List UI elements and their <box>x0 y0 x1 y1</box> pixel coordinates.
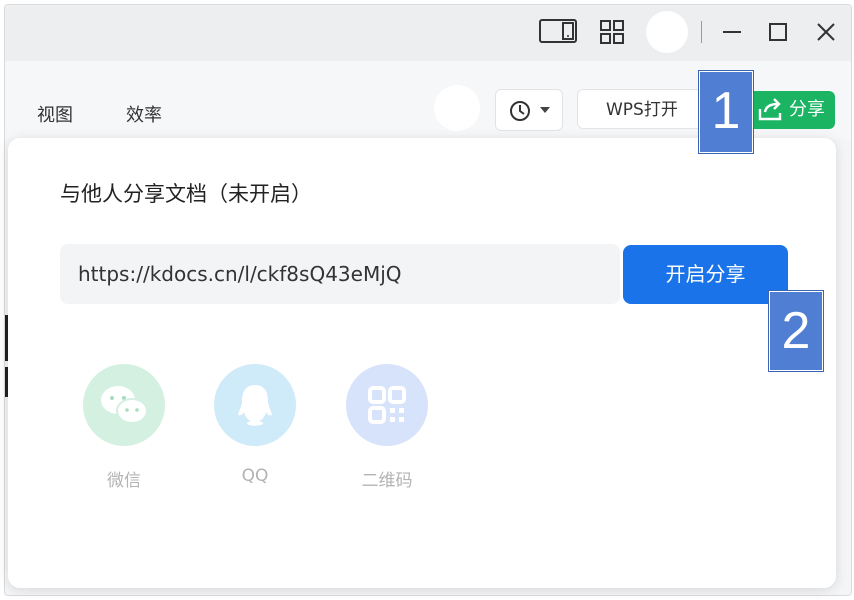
share-qq-option[interactable]: QQ <box>214 364 296 486</box>
qrcode-label: 二维码 <box>361 471 413 491</box>
close-icon[interactable] <box>813 19 839 45</box>
history-button[interactable] <box>495 89 563 131</box>
share-wechat-option[interactable]: 微信 <box>83 364 165 491</box>
clock-icon <box>510 101 530 121</box>
step-marker-1: 1 <box>698 70 754 154</box>
enable-share-button[interactable]: 开启分享 <box>623 245 788 304</box>
title-bar-divider <box>701 21 702 43</box>
qrcode-icon <box>368 386 406 424</box>
wechat-label: 微信 <box>107 471 141 491</box>
device-switch-icon[interactable] <box>539 19 577 43</box>
share-button[interactable]: 分享 <box>749 91 835 129</box>
share-popup: 与他人分享文档（未开启） https://kdocs.cn/l/ckf8sQ43… <box>8 138 836 588</box>
menu-efficiency[interactable]: 效率 <box>126 101 162 127</box>
qq-label: QQ <box>241 466 269 486</box>
maximize-icon[interactable] <box>765 19 791 45</box>
wps-open-button[interactable]: WPS打开 <box>577 89 705 129</box>
title-bar <box>5 5 851 61</box>
share-qrcode-option[interactable]: 二维码 <box>346 364 428 491</box>
qq-icon <box>238 385 272 426</box>
menu-view[interactable]: 视图 <box>37 101 73 127</box>
share-icon <box>758 98 782 121</box>
apps-grid-icon[interactable] <box>599 19 625 45</box>
collaborator-avatar[interactable] <box>434 85 480 131</box>
minimize-icon[interactable] <box>719 19 745 45</box>
user-avatar[interactable] <box>646 11 688 53</box>
step-marker-2: 2 <box>768 290 824 372</box>
popup-title: 与他人分享文档（未开启） <box>60 182 312 206</box>
share-button-label: 分享 <box>789 99 825 120</box>
share-link-field[interactable]: https://kdocs.cn/l/ckf8sQ43eMjQ <box>60 244 620 304</box>
wechat-icon <box>101 386 148 424</box>
chevron-down-icon <box>540 107 550 113</box>
